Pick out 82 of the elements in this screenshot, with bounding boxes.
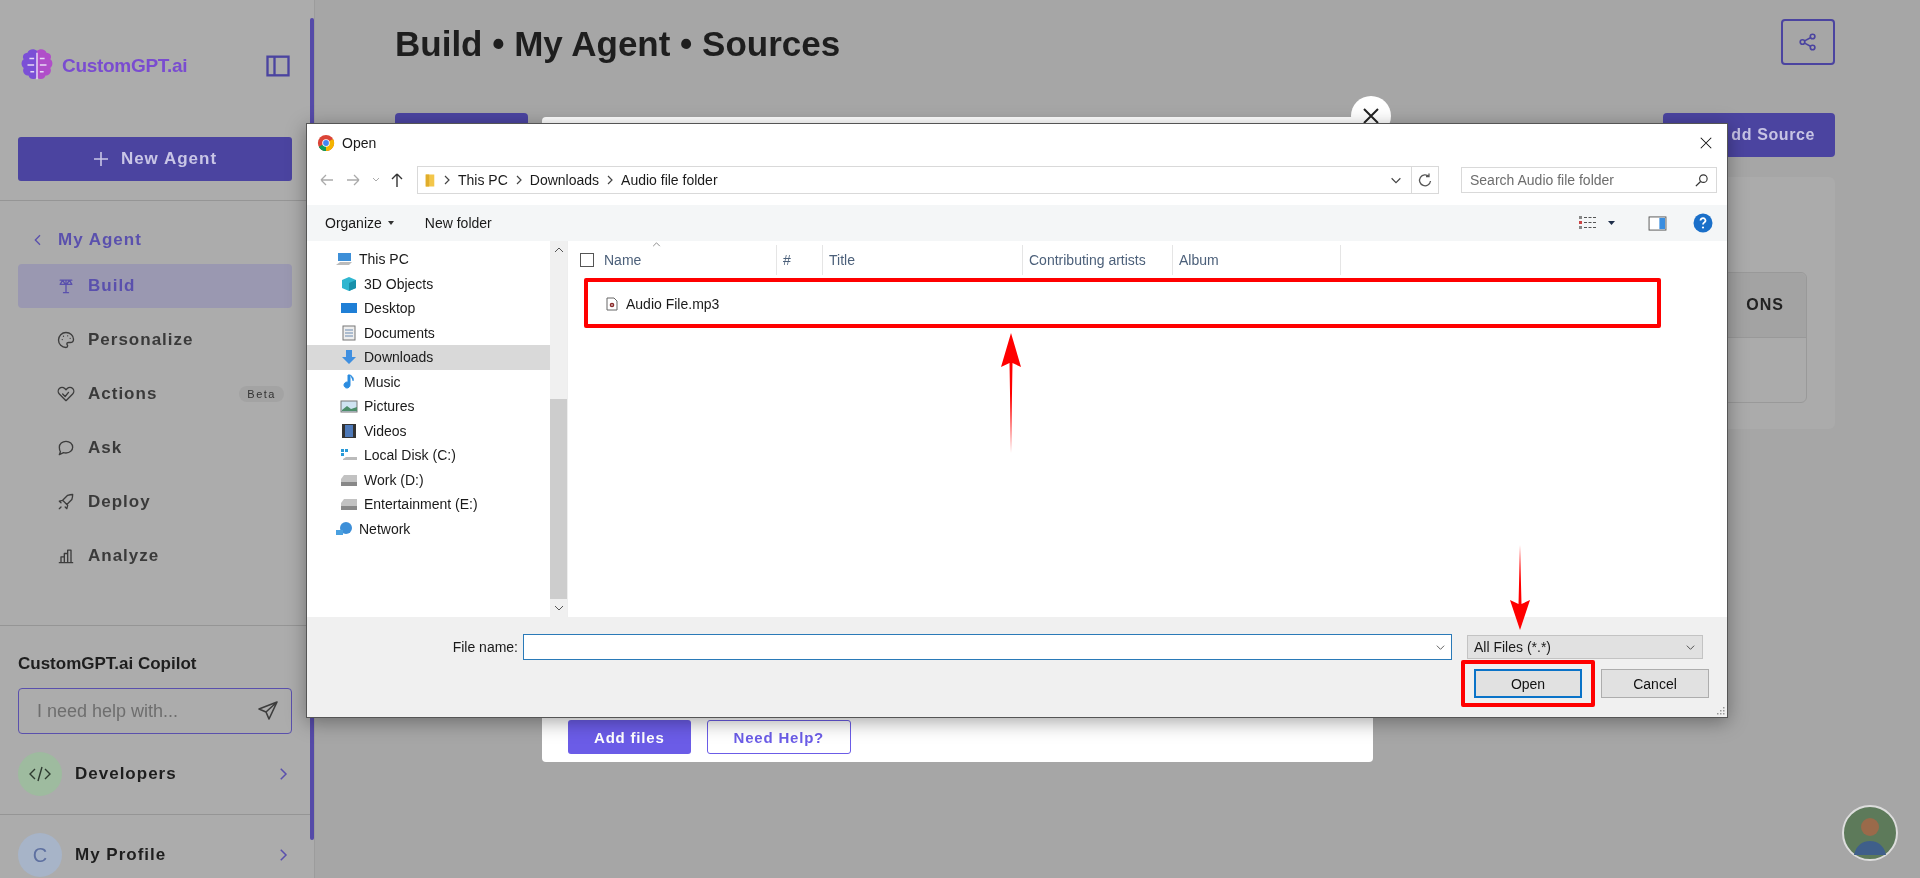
dropdown-chevron-icon[interactable]: [1435, 642, 1446, 653]
sidebar-item[interactable]: Personalize: [18, 318, 292, 362]
plus-icon: [92, 151, 109, 167]
column-header[interactable]: Contributing artists: [1023, 245, 1173, 275]
globe-icon: [335, 520, 353, 537]
download-icon: [340, 349, 358, 366]
profile-initial: C: [18, 833, 62, 877]
preview-pane-icon[interactable]: [1648, 215, 1667, 231]
copilot-title: CustomGPT.ai Copilot: [18, 654, 198, 674]
add-files-button[interactable]: Add files: [568, 720, 691, 754]
close-icon[interactable]: [1699, 135, 1713, 150]
chevron-right-icon[interactable]: [607, 175, 614, 185]
scrollbar[interactable]: [550, 241, 567, 617]
image-icon: [340, 398, 358, 415]
chrome-icon: [317, 133, 335, 152]
new-agent-button[interactable]: New Agent: [18, 137, 292, 181]
nav-item[interactable]: Entertainment (E:): [307, 492, 550, 517]
nav-item[interactable]: Desktop: [307, 296, 550, 321]
file-name-field[interactable]: [523, 634, 1452, 660]
view-options-icon[interactable]: [1578, 215, 1618, 231]
help-button[interactable]: Need Help?: [706, 720, 852, 754]
toolbar-button[interactable]: Organize: [325, 215, 395, 231]
send-icon[interactable]: [256, 699, 280, 723]
nav-item[interactable]: Downloads: [307, 345, 550, 370]
chat-bubble-icon: [56, 438, 76, 458]
select-all-checkbox[interactable]: [580, 253, 594, 267]
sidebar-link[interactable]: C My Profile: [18, 833, 292, 877]
chevron-right-icon[interactable]: [515, 175, 522, 185]
nav-item[interactable]: Work (D:): [307, 467, 550, 492]
page-title: Build • My Agent • Sources: [395, 24, 841, 64]
open-button[interactable]: Open: [1474, 669, 1582, 698]
column-header[interactable]: Title: [823, 245, 1023, 275]
nav-item[interactable]: Documents: [307, 320, 550, 345]
film-icon: [340, 422, 358, 439]
nav-item[interactable]: Pictures: [307, 394, 550, 419]
sidebar-item[interactable]: Ask: [18, 426, 292, 470]
toolbar-button[interactable]: New folder: [424, 215, 492, 231]
folder-icon: [424, 172, 436, 188]
nav-item[interactable]: Videos: [307, 418, 550, 443]
drive-icon: [340, 496, 358, 513]
breadcrumb[interactable]: This PC: [458, 172, 508, 188]
sidebar-item[interactable]: Deploy: [18, 480, 292, 524]
audio-file-icon: [606, 297, 618, 311]
copilot-input-field[interactable]: I need help with...: [18, 688, 292, 734]
sidebar-item[interactable]: Actions Beta: [18, 372, 292, 416]
brand-name: CustomGPT.ai: [62, 55, 188, 77]
address-bar[interactable]: This PC Downloads Audio file folder: [417, 166, 1439, 194]
nav-item[interactable]: Music: [307, 369, 550, 394]
scroll-up-icon[interactable]: [553, 247, 564, 253]
cube-icon: [340, 275, 358, 292]
dialog-title: Open: [342, 134, 377, 151]
nav-item[interactable]: Network: [307, 516, 550, 541]
code-icon: [18, 752, 62, 796]
sidebar-link[interactable]: Developers: [18, 752, 292, 796]
file-name-label: File name:: [451, 639, 519, 655]
scroll-down-icon[interactable]: [553, 605, 564, 611]
column-header[interactable]: Album: [1173, 245, 1341, 275]
file-item[interactable]: Audio File.mp3: [584, 289, 720, 319]
column-header[interactable]: Name: [568, 245, 777, 275]
palette-icon: [56, 330, 76, 350]
resize-grip-icon[interactable]: [1715, 705, 1725, 715]
share-button[interactable]: [1781, 19, 1835, 65]
avatar-icon[interactable]: [1842, 805, 1898, 861]
share-icon: [1797, 31, 1819, 53]
help-icon[interactable]: [1693, 213, 1713, 233]
file-type-dropdown[interactable]: All Files (*.*): [1467, 635, 1703, 659]
search-field[interactable]: Search Audio file folder: [1461, 167, 1717, 193]
cancel-button[interactable]: Cancel: [1601, 669, 1709, 698]
sidebar-item[interactable]: Analyze: [18, 534, 292, 578]
rocket-icon: [56, 492, 76, 512]
computer-icon: [335, 251, 353, 268]
breadcrumb[interactable]: Downloads: [529, 172, 600, 188]
column-header[interactable]: #: [777, 245, 823, 275]
nav-item[interactable]: This PC: [307, 247, 550, 272]
beta-badge: Beta: [239, 386, 284, 402]
nav-item[interactable]: Local Disk (C:): [307, 443, 550, 468]
breadcrumb[interactable]: Audio file folder: [621, 172, 718, 188]
chevron-right-icon[interactable]: [444, 175, 450, 185]
search-icon[interactable]: [1694, 173, 1709, 188]
heart-check-icon: [56, 384, 76, 404]
nav-item[interactable]: 3D Objects: [307, 271, 550, 296]
document-icon: [340, 324, 358, 341]
